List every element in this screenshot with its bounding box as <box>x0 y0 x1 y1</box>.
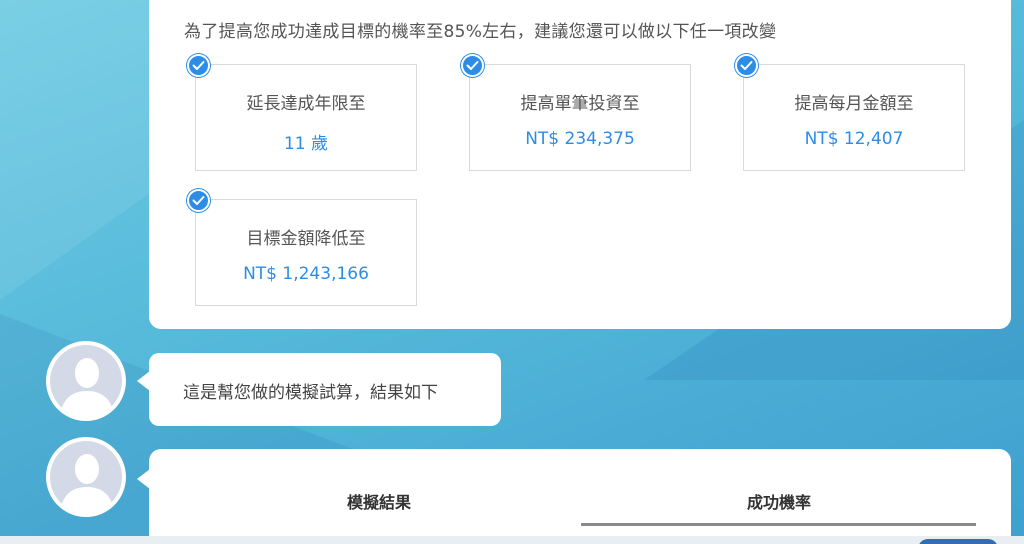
option-title: 提高單筆投資至 <box>520 94 640 114</box>
option-value: NT$ 234,375 <box>525 129 635 149</box>
check-icon[interactable] <box>735 54 758 77</box>
option-value: NT$ 12,407 <box>804 129 904 149</box>
floating-button[interactable] <box>918 539 998 544</box>
tab-simulation-result[interactable]: 模擬結果 <box>319 489 439 513</box>
check-icon[interactable] <box>187 54 210 77</box>
option-value: NT$ 1,243,166 <box>243 264 369 284</box>
check-icon[interactable] <box>461 54 484 77</box>
avatar <box>46 437 126 517</box>
tab-success-probability[interactable]: 成功機率 <box>719 489 839 513</box>
user-silhouette-icon <box>60 454 114 513</box>
user-silhouette-icon <box>60 358 114 417</box>
active-tab-indicator <box>581 523 976 526</box>
suggestion-intro: 為了提高您成功達成目標的機率至85%左右，建議您還可以做以下任一項改變 <box>184 22 777 42</box>
option-value: 11 歲 <box>283 134 329 154</box>
avatar <box>46 341 126 421</box>
chat-bubble: 這是幫您做的模擬試算，結果如下 <box>137 353 501 426</box>
option-title: 目標金額降低至 <box>246 229 366 249</box>
chat-message: 這是幫您做的模擬試算，結果如下 <box>183 383 438 403</box>
option-title: 提高每月金額至 <box>794 94 914 114</box>
option-title: 延長達成年限至 <box>246 94 366 114</box>
option-lump-sum[interactable]: 提高單筆投資至 NT$ 234,375 <box>469 64 691 171</box>
bottom-bar <box>0 536 1024 544</box>
option-monthly-amount[interactable]: 提高每月金額至 NT$ 12,407 <box>743 64 965 171</box>
check-icon[interactable] <box>187 189 210 212</box>
option-extend-years[interactable]: 延長達成年限至 11 歲 <box>195 64 417 171</box>
result-card: 模擬結果 成功機率 <box>137 449 1011 544</box>
option-lower-target[interactable]: 目標金額降低至 NT$ 1,243,166 <box>195 199 417 306</box>
